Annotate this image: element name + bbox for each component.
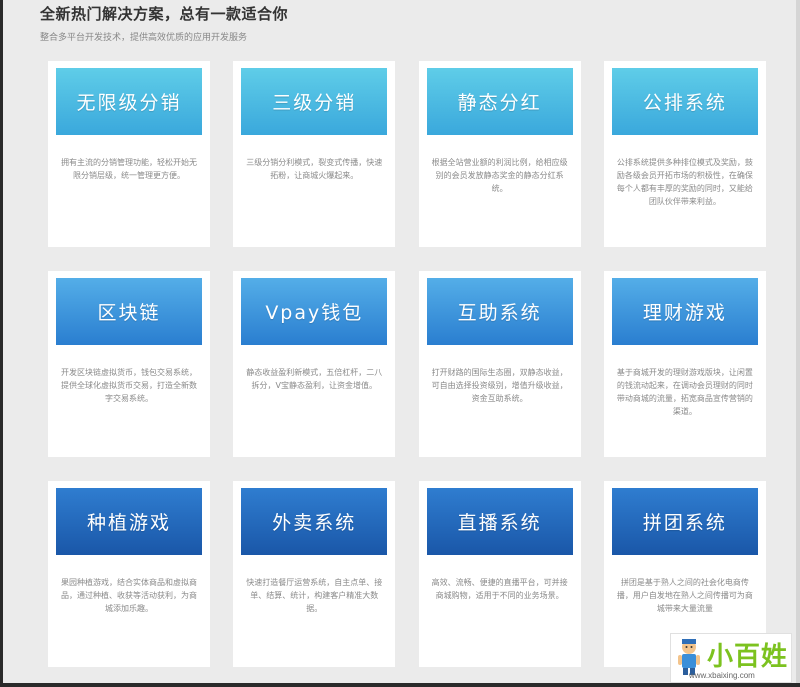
solution-card-title[interactable]: 理财游戏 — [611, 278, 758, 345]
window-frame-left — [0, 0, 3, 687]
watermark-title: 小百姓 — [707, 642, 789, 672]
solution-card-desc: 果园种植游戏，结合实体商品和虚拟商品，通过种植、收获等活动获利，为商城添加乐趣。 — [61, 578, 197, 613]
solution-card-desc: 快速打造餐厅运营系统，自主点单、接单、结算、统计，构建客户精准大数据。 — [246, 578, 383, 613]
site-watermark: 小百姓 www.xbaixing.com — [670, 633, 792, 683]
solution-card-title[interactable]: 互助系统 — [426, 278, 573, 345]
solution-card-desc: 拥有主流的分销管理功能，轻松开始无限分销层级，统一管理更方便。 — [61, 158, 197, 180]
page-title: 全新热门解决方案，总有一款适合你 — [40, 5, 289, 23]
solution-card-desc: 高效、流畅、便捷的直播平台，可并接商城购物，适用于不同的业务场景。 — [431, 578, 568, 600]
solution-card-desc: 基于商城开发的理财游戏版块，让闲置的钱流动起来，在调动会员理财的同时带动商城的流… — [616, 368, 753, 416]
solution-card[interactable]: 理财游戏 基于商城开发的理财游戏版块，让闲置的钱流动起来，在调动会员理财的同时带… — [603, 271, 766, 457]
solution-card-title[interactable]: 区块链 — [56, 278, 202, 345]
solution-card-title[interactable]: 拼团系统 — [611, 488, 758, 555]
solution-card[interactable]: 三级分销 三级分销分利模式，裂变式传播，快速拓粉，让商城火爆起来。 — [233, 61, 396, 247]
solution-card-title[interactable]: 公排系统 — [611, 68, 758, 135]
solution-card[interactable]: 无限级分销 拥有主流的分销管理功能，轻松开始无限分销层级，统一管理更方便。 — [48, 61, 210, 247]
solution-card-desc: 静态收益盈利新模式，五倍杠杆，二八拆分，V宝静态盈利，让资金增值。 — [246, 368, 383, 390]
solution-card-desc: 公排系统提供多种排位模式及奖励，鼓励各级会员开拓市场的积极性，在确保每个人都有丰… — [616, 158, 753, 206]
solution-card-desc: 拼团是基于熟人之间的社会化电商传播，用户自发地在熟人之间传播可为商城带来大量流量 — [616, 578, 753, 613]
solution-card[interactable]: 静态分红 根据全站营业额的利润比例，给相应级别的会员发放静态奖金的静态分红系统。 — [418, 61, 581, 247]
solution-card[interactable]: 区块链 开发区块链虚拟货币，钱包交易系统，提供全球化虚拟货币交易，打造全新数字交… — [48, 271, 210, 457]
solution-card-title[interactable]: 直播系统 — [426, 488, 573, 555]
solution-card-desc: 根据全站营业额的利润比例，给相应级别的会员发放静态奖金的静态分红系统。 — [431, 158, 568, 193]
solution-card-desc: 开发区块链虚拟货币，钱包交易系统，提供全球化虚拟货币交易，打造全新数字交易系统。 — [61, 368, 197, 403]
solution-card[interactable]: Vpay钱包 静态收益盈利新模式，五倍杠杆，二八拆分，V宝静态盈利，让资金增值。 — [233, 271, 396, 457]
watermark-url: www.xbaixing.com — [689, 671, 755, 680]
solution-card[interactable]: 外卖系统 快速打造餐厅运营系统，自主点单、接单、结算、统计，构建客户精准大数据。 — [233, 481, 396, 667]
solution-card[interactable]: 种植游戏 果园种植游戏，结合实体商品和虚拟商品，通过种植、收获等活动获利，为商城… — [48, 481, 210, 667]
solution-card-desc: 打开财路的国际生态圈，双静态收益，可自由选择投资级别，增值升级收益，资金互助系统… — [431, 368, 568, 403]
solution-card-title[interactable]: 外卖系统 — [241, 488, 388, 555]
solution-card-title[interactable]: 种植游戏 — [56, 488, 202, 555]
solution-card-title[interactable]: Vpay钱包 — [241, 278, 388, 345]
solution-card[interactable]: 公排系统 公排系统提供多种排位模式及奖励，鼓励各级会员开拓市场的积极性，在确保每… — [603, 61, 766, 247]
window-frame-bottom — [0, 683, 800, 687]
window-frame-right — [796, 0, 800, 687]
solution-card-title[interactable]: 无限级分销 — [56, 68, 202, 135]
page-subtitle: 整合多平台开发技术，提供高效优质的应用开发服务 — [40, 33, 248, 43]
solution-card-title[interactable]: 三级分销 — [241, 68, 388, 135]
solutions-grid: 无限级分销 拥有主流的分销管理功能，轻松开始无限分销层级，统一管理更方便。 三级… — [48, 61, 768, 667]
solution-card[interactable]: 直播系统 高效、流畅、便捷的直播平台，可并接商城购物，适用于不同的业务场景。 — [418, 481, 581, 667]
solution-card[interactable]: 互助系统 打开财路的国际生态圈，双静态收益，可自由选择投资级别，增值升级收益，资… — [418, 271, 581, 457]
solution-card-desc: 三级分销分利模式，裂变式传播，快速拓粉，让商城火爆起来。 — [246, 158, 383, 180]
solution-card-title[interactable]: 静态分红 — [426, 68, 573, 135]
